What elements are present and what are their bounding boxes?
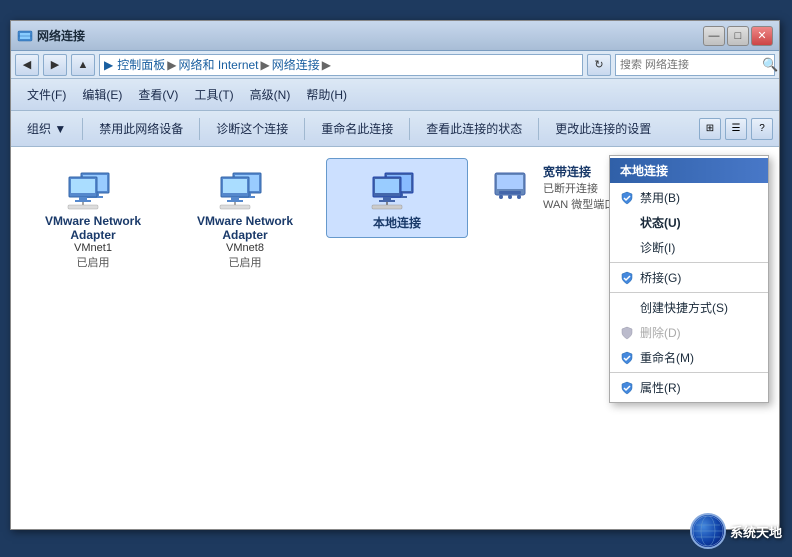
help-button[interactable]: ? [751, 118, 773, 140]
search-box: 🔍 [615, 54, 775, 76]
divider-3 [304, 118, 305, 140]
ctx-delete-label: 删除(D) [640, 324, 681, 341]
minimize-button[interactable]: — [703, 26, 725, 46]
ctx-disable[interactable]: 禁用(B) [610, 185, 768, 210]
vmnet8-sub: VMnet8 [226, 242, 264, 254]
broadband-icon [485, 163, 535, 208]
local-name: 本地连接 [373, 214, 421, 231]
ctx-diagnose[interactable]: 诊断(I) [610, 235, 768, 260]
divider-4 [409, 118, 410, 140]
ctx-diagnose-label: 诊断(I) [640, 239, 675, 256]
divider-1 [82, 118, 83, 140]
breadcrumb-network-connections[interactable]: 网络连接 [272, 56, 320, 73]
local-connection-card[interactable]: 本地连接 [327, 159, 467, 237]
ctx-shortcut[interactable]: 创建快捷方式(S) [610, 295, 768, 320]
watermark-globe [690, 513, 726, 549]
ctx-status-label: 状态(U) [640, 214, 681, 231]
context-menu: 本地连接 禁用(B) 状态(U) 诊断(I) [609, 155, 769, 403]
menu-file[interactable]: 文件(F) [19, 82, 74, 107]
ctx-sep-2 [610, 292, 768, 293]
divider-5 [538, 118, 539, 140]
rename-button[interactable]: 重命名此连接 [311, 117, 403, 140]
view-icon-button[interactable]: ⊞ [699, 118, 721, 140]
shield-icon-properties [620, 381, 634, 395]
address-path[interactable]: ▶ 控制面板 ▶ 网络和 Internet ▶ 网络连接 ▶ [99, 54, 583, 76]
window-icon [17, 28, 33, 44]
ctx-properties[interactable]: 属性(R) [610, 375, 768, 400]
search-icon[interactable]: 🔍 [762, 57, 778, 73]
address-bar: ◀ ▶ ▲ ▶ 控制面板 ▶ 网络和 Internet ▶ 网络连接 ▶ ↻ 🔍 [11, 51, 779, 79]
vmnet8-name: VMware Network Adapter [181, 214, 309, 242]
title-bar-buttons: — □ ✕ [703, 26, 773, 46]
vmnet1-name: VMware Network Adapter [29, 214, 157, 242]
vmnet8-status: 已启用 [229, 254, 262, 270]
search-input[interactable] [620, 59, 762, 71]
vmnet8-icon [215, 165, 275, 210]
menu-help[interactable]: 帮助(H) [298, 82, 355, 107]
view-list-button[interactable]: ☰ [725, 118, 747, 140]
shield-icon-rename [620, 351, 634, 365]
up-button[interactable]: ▲ [71, 54, 95, 76]
back-button[interactable]: ◀ [15, 54, 39, 76]
shield-icon-delete [620, 326, 634, 340]
content-area: VMware Network Adapter VMnet1 已启用 [11, 147, 779, 529]
ctx-delete: 删除(D) [610, 320, 768, 345]
view-status-button[interactable]: 查看此连接的状态 [416, 117, 532, 140]
ctx-disable-label: 禁用(B) [640, 189, 680, 206]
menu-view[interactable]: 查看(V) [130, 82, 186, 107]
action-bar: 组织 ▼ 禁用此网络设备 诊断这个连接 重命名此连接 查看此连接的状态 更改此连… [11, 111, 779, 147]
change-settings-button[interactable]: 更改此连接的设置 [545, 117, 661, 140]
ctx-bridge[interactable]: 桥接(G) [610, 265, 768, 290]
ctx-status-spacer [620, 216, 634, 230]
ctx-sep-1 [610, 262, 768, 263]
menu-bar: 文件(F) 编辑(E) 查看(V) 工具(T) 高级(N) 帮助(H) [11, 79, 779, 111]
watermark: 系统天地 [690, 513, 782, 549]
menu-edit[interactable]: 编辑(E) [74, 82, 130, 107]
watermark-text: 系统天地 [730, 522, 782, 541]
vmnet8-card[interactable]: VMware Network Adapter VMnet8 已启用 [175, 159, 315, 276]
shield-icon-disable [620, 191, 634, 205]
vmnet1-card[interactable]: VMware Network Adapter VMnet1 已启用 [23, 159, 163, 276]
globe-icon [692, 515, 724, 547]
action-bar-right: ⊞ ☰ ? [699, 118, 773, 140]
menu-tools[interactable]: 工具(T) [186, 82, 241, 107]
vmnet1-status: 已启用 [77, 254, 110, 270]
menu-advanced[interactable]: 高级(N) [242, 82, 299, 107]
title-bar: 网络连接 — □ ✕ [11, 21, 779, 51]
main-window: 网络连接 — □ ✕ ◀ ▶ ▲ ▶ 控制面板 ▶ 网络和 Internet ▶… [10, 20, 780, 530]
disable-device-button[interactable]: 禁用此网络设备 [89, 117, 193, 140]
breadcrumb-network-internet[interactable]: 网络和 Internet [178, 56, 258, 73]
maximize-button[interactable]: □ [727, 26, 749, 46]
local-icon [367, 165, 427, 210]
forward-button[interactable]: ▶ [43, 54, 67, 76]
ctx-rename-label: 重命名(M) [640, 349, 694, 366]
refresh-button[interactable]: ↻ [587, 54, 611, 76]
vmnet1-icon [63, 165, 123, 210]
organize-button[interactable]: 组织 ▼ [17, 117, 76, 140]
ctx-shortcut-label: 创建快捷方式(S) [640, 299, 728, 316]
breadcrumb-home[interactable]: ▶ [104, 58, 113, 72]
ctx-properties-label: 属性(R) [640, 379, 681, 396]
close-button[interactable]: ✕ [751, 26, 773, 46]
divider-2 [199, 118, 200, 140]
vmnet1-sub: VMnet1 [74, 242, 112, 254]
ctx-sep-3 [610, 372, 768, 373]
window-title: 网络连接 [37, 27, 85, 44]
shield-icon-bridge [620, 271, 634, 285]
diagnose-button[interactable]: 诊断这个连接 [206, 117, 298, 140]
context-menu-header: 本地连接 [610, 158, 768, 183]
ctx-bridge-label: 桥接(G) [640, 269, 681, 286]
ctx-status[interactable]: 状态(U) [610, 210, 768, 235]
breadcrumb-control-panel[interactable]: 控制面板 [117, 56, 165, 73]
title-bar-left: 网络连接 [17, 27, 85, 44]
ctx-rename[interactable]: 重命名(M) [610, 345, 768, 370]
